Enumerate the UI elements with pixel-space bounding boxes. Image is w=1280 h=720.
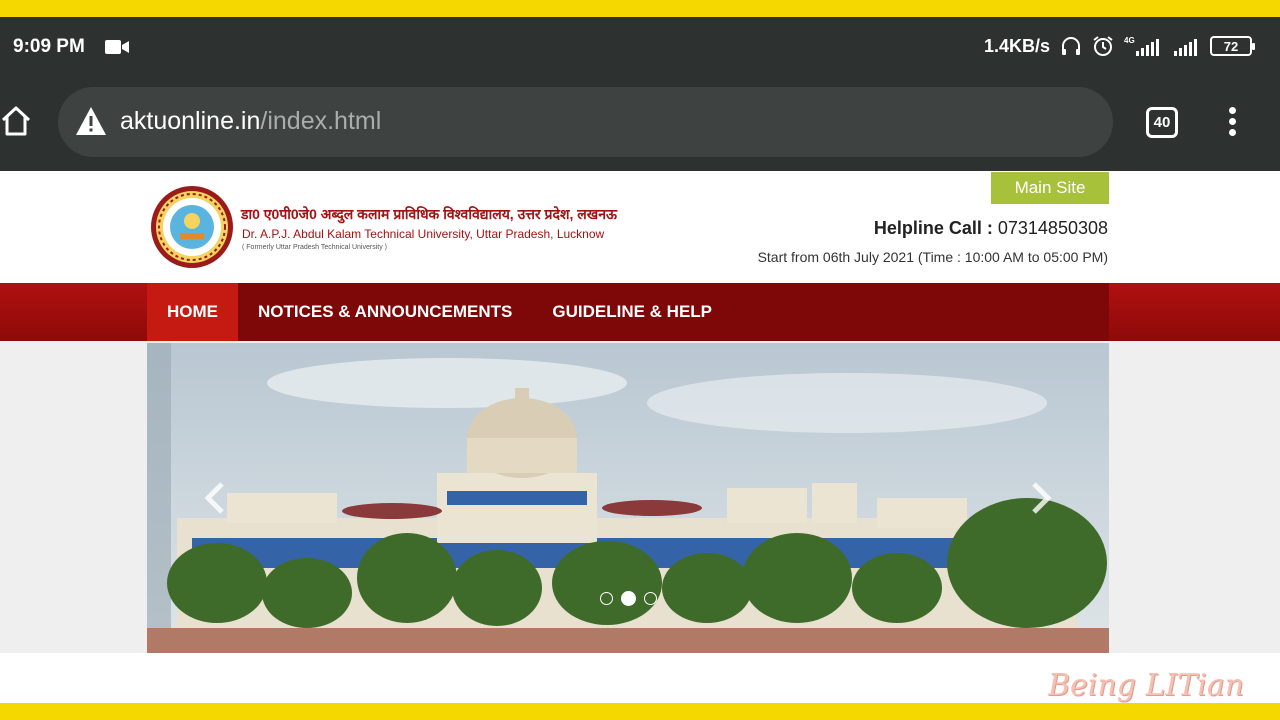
alarm-icon [1093, 36, 1113, 56]
main-site-button[interactable]: Main Site [991, 172, 1109, 204]
frame-bottom-border [0, 703, 1280, 720]
url-path: /index.html [260, 107, 382, 135]
helpline-label: Helpline Call : [873, 218, 993, 238]
university-name-english: Dr. A.P.J. Abdul Kalam Technical Univers… [242, 227, 605, 241]
carousel-indicators [600, 591, 657, 606]
frame-top-border [0, 0, 1280, 17]
status-right-group: 1.4KB/s 4G 72 [983, 35, 1255, 57]
browser-toolbar: aktuonline.in/index.html 40 [0, 77, 1280, 171]
nav-home[interactable]: HOME [147, 283, 238, 341]
svg-text:4G: 4G [1124, 36, 1135, 45]
headphones-icon [1062, 37, 1080, 55]
address-bar[interactable]: aktuonline.in/index.html [58, 87, 1113, 157]
warning-icon[interactable] [75, 106, 107, 136]
network-speed: 1.4KB/s [983, 35, 1050, 56]
url-text[interactable]: aktuonline.in/index.html [120, 107, 381, 136]
overflow-menu-icon[interactable] [1222, 107, 1242, 139]
nav-guideline[interactable]: GUIDELINE & HELP [532, 283, 732, 341]
signal-icon [1174, 39, 1197, 56]
helpline-info: Helpline Call : 07314850308 [874, 218, 1108, 239]
tab-switcher-button[interactable]: 40 [1146, 107, 1178, 138]
video-camera-icon [105, 40, 129, 54]
university-former-name: ( Formerly Uttar Pradesh Technical Unive… [242, 244, 387, 251]
site-header: डा0 ए0पी0जे0 अब्दुल कलाम प्राविधिक विश्व… [0, 171, 1280, 283]
status-bar: 9:09 PM 1.4KB/s 4G 72 [0, 17, 1280, 77]
schedule-text: Start from 06th July 2021 (Time : 10:00 … [757, 249, 1108, 265]
carousel-dot-1[interactable] [600, 592, 613, 605]
signal-4g-icon: 4G [1124, 36, 1159, 56]
carousel-prev-icon[interactable] [200, 480, 232, 516]
helpline-number[interactable]: 07314850308 [998, 218, 1108, 238]
home-icon[interactable] [0, 105, 32, 137]
battery-indicator: 72 [1210, 36, 1255, 56]
nav-notices[interactable]: NOTICES & ANNOUNCEMENTS [238, 283, 532, 341]
image-carousel [147, 343, 1109, 653]
nav-container: HOME NOTICES & ANNOUNCEMENTS GUIDELINE &… [147, 283, 1109, 341]
campus-building-image [147, 343, 1109, 653]
main-navigation: HOME NOTICES & ANNOUNCEMENTS GUIDELINE &… [0, 283, 1280, 341]
university-logo [151, 186, 233, 268]
status-time: 9:09 PM [13, 36, 85, 57]
watermark-text: Being LITian [1048, 668, 1245, 703]
university-name-hindi: डा0 ए0पी0जे0 अब्दुल कलाम प्राविधिक विश्व… [241, 206, 617, 222]
carousel-dot-2[interactable] [621, 591, 636, 606]
url-host: aktuonline.in [120, 107, 261, 135]
carousel-dot-3[interactable] [644, 592, 657, 605]
carousel-next-icon[interactable] [1024, 480, 1056, 516]
